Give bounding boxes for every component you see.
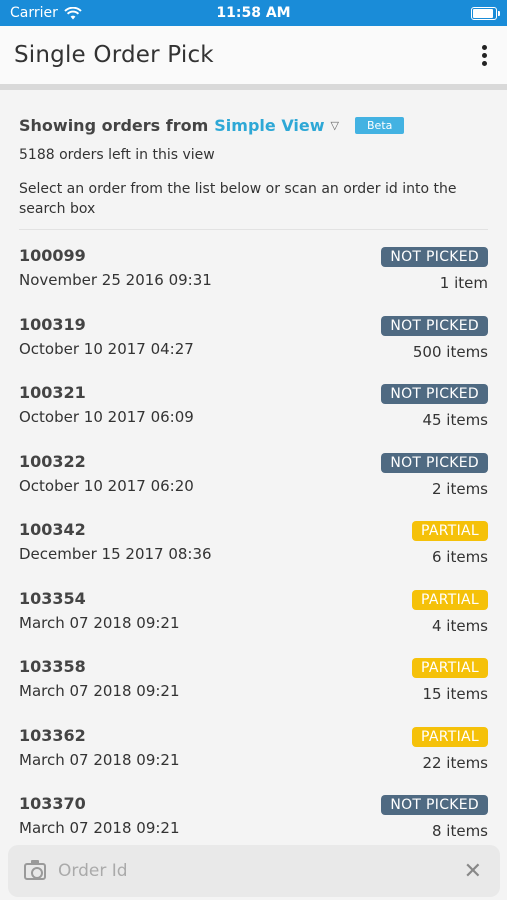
order-date: March 07 2018 09:21 (19, 613, 180, 632)
item-count: 6 items (431, 548, 488, 566)
beta-badge: Beta (355, 117, 405, 134)
battery-icon (471, 6, 500, 20)
view-selector[interactable]: Simple View (214, 116, 324, 135)
order-date: December 15 2017 08:36 (19, 545, 212, 563)
order-row[interactable]: 100322 October 10 2017 06:20 NOT PICKED 2 i… (19, 436, 488, 505)
item-count: 45 items (422, 411, 488, 429)
item-count: 500 items (412, 342, 488, 361)
more-options-icon[interactable] (476, 41, 493, 70)
order-id-input[interactable] (58, 861, 462, 881)
order-row[interactable]: 100099 November 25 2016 09:31 NOT PICKED 1 … (19, 230, 488, 299)
camera-icon[interactable] (24, 859, 46, 880)
item-count: 4 items (431, 616, 488, 635)
order-row[interactable]: 103358 March 07 2018 09:21 PARTIAL 15 items (19, 641, 488, 710)
status-badge: PARTIAL (412, 521, 488, 541)
orders-count: 5188 orders left in this view (19, 147, 215, 163)
order-date: March 07 2018 09:21 (19, 682, 180, 700)
order-date: October 10 2017 06:20 (19, 476, 194, 495)
carrier-label: Carrier (10, 5, 58, 21)
order-date: October 10 2017 06:09 (19, 408, 194, 426)
order-date: March 07 2018 09:21 (19, 750, 180, 769)
page-title: Single Order Pick (14, 42, 214, 68)
order-row[interactable]: 100319 October 10 2017 04:27 NOT PICKED 500… (19, 299, 488, 368)
order-row[interactable]: 100321 October 10 2017 06:09 NOT PICKED 45 … (19, 367, 488, 436)
order-list: 100099 November 25 2016 09:31 NOT PICKED 1 … (19, 230, 488, 840)
item-count: 2 items (431, 479, 488, 498)
view-source-line: Showing orders from Simple View ▽ Beta (19, 116, 488, 135)
status-badge: NOT PICKED (381, 452, 488, 473)
caret-down-icon[interactable]: ▽ (331, 119, 339, 132)
instruction-text: Select an order from the list below or s… (19, 181, 457, 217)
status-badge: NOT PICKED (381, 315, 488, 336)
status-left: Carrier (10, 5, 82, 21)
app-bar: Single Order Pick (0, 26, 507, 90)
status-badge: NOT PICKED (381, 247, 488, 267)
order-row[interactable]: 103354 March 07 2018 09:21 PARTIAL 4 items (19, 573, 488, 642)
item-count: 15 items (422, 685, 488, 703)
order-date: March 07 2018 09:21 (19, 819, 180, 837)
showing-prefix: Showing orders from (19, 116, 209, 135)
status-badge: PARTIAL (412, 658, 488, 678)
status-bar: Carrier 11:58 AM (0, 0, 507, 26)
order-row[interactable]: 100342 December 15 2017 08:36 PARTIAL 6 ite… (19, 504, 488, 573)
search-bar: ✕ (8, 845, 500, 897)
item-count: 22 items (422, 753, 488, 772)
status-badge: NOT PICKED (381, 795, 488, 815)
item-count: 8 items (431, 822, 488, 840)
order-row[interactable]: 103362 March 07 2018 09:21 PARTIAL 22 items (19, 710, 488, 779)
order-date: November 25 2016 09:31 (19, 271, 212, 289)
status-badge: PARTIAL (412, 589, 488, 610)
status-badge: PARTIAL (412, 726, 488, 747)
order-row[interactable]: 103370 March 07 2018 09:21 NOT PICKED 8 ite… (19, 778, 488, 840)
status-badge: NOT PICKED (381, 384, 488, 404)
order-list-container[interactable]: Showing orders from Simple View ▽ Beta 5… (0, 96, 507, 840)
close-icon[interactable]: ✕ (462, 859, 484, 884)
wifi-icon (64, 6, 82, 19)
item-count: 1 item (439, 274, 488, 292)
